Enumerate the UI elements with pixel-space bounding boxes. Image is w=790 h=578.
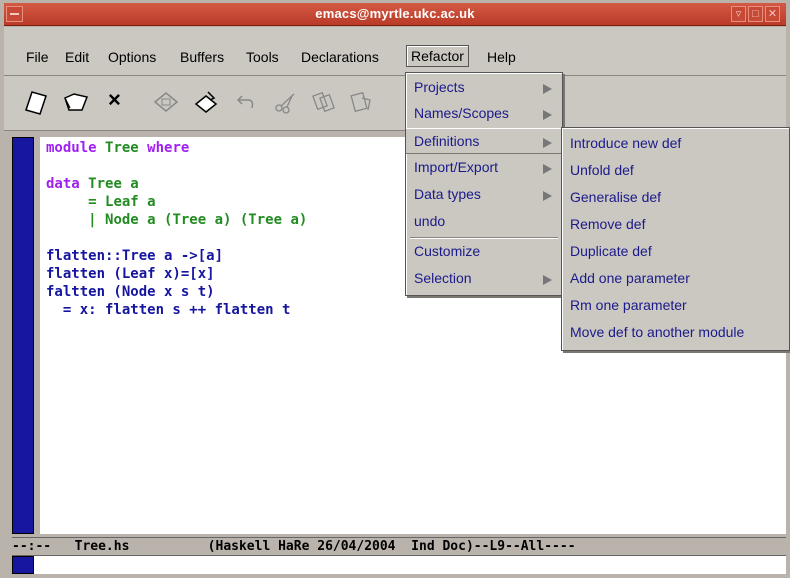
submenu-arrow-icon	[543, 275, 552, 285]
menu-item-selection[interactable]: Selection	[406, 266, 562, 292]
code-line-3: = Leaf a	[46, 194, 156, 210]
code-line-5: flatten::Tree a ->[a]	[46, 248, 224, 264]
minimize-icon[interactable]: ▿	[731, 6, 746, 22]
window-title: emacs@myrtle.ukc.ac.uk	[315, 6, 475, 21]
menu-tools[interactable]: Tools	[246, 49, 279, 65]
menu-edit[interactable]: Edit	[65, 49, 89, 65]
code-line-2: data Tree a	[46, 176, 139, 192]
submenu-item-duplicate-def[interactable]: Duplicate def	[562, 239, 789, 265]
left-fringe	[12, 137, 34, 534]
menu-item-import-export[interactable]: Import/Export	[406, 155, 562, 181]
menu-item-names-scopes[interactable]: Names/Scopes	[406, 101, 562, 127]
code-line-4: | Node a (Tree a) (Tree a)	[46, 212, 308, 228]
submenu-item-add-one-parameter[interactable]: Add one parameter	[562, 266, 789, 292]
toolbar: ×	[4, 75, 786, 131]
minibuffer[interactable]	[12, 556, 786, 574]
submenu-arrow-icon	[543, 164, 552, 174]
undo-icon[interactable]	[232, 88, 260, 116]
menu-item-projects[interactable]: Projects	[406, 75, 562, 101]
menu-bar: File Edit Options Buffers Tools Declarat…	[4, 27, 786, 75]
menu-item-data-types[interactable]: Data types	[406, 182, 562, 208]
submenu-item-introduce-new-def[interactable]: Introduce new def	[562, 131, 789, 157]
definitions-submenu: Introduce new def Unfold def Generalise …	[561, 127, 790, 351]
close-icon[interactable]: ×	[108, 86, 136, 114]
code-line-1: module Tree where	[46, 140, 190, 156]
menu-item-undo[interactable]: undo	[406, 209, 562, 235]
menu-declarations[interactable]: Declarations	[301, 49, 379, 65]
print-icon[interactable]	[192, 88, 220, 116]
submenu-item-rm-one-parameter[interactable]: Rm one parameter	[562, 293, 789, 319]
menu-item-customize[interactable]: Customize	[406, 239, 562, 265]
submenu-arrow-icon	[543, 84, 552, 94]
menu-file[interactable]: File	[26, 49, 49, 65]
menu-help[interactable]: Help	[487, 49, 516, 65]
code-line-7: faltten (Node x s t)	[46, 284, 215, 300]
minibuffer-fringe	[12, 556, 34, 574]
menu-options[interactable]: Options	[108, 49, 156, 65]
code-line-6: flatten (Leaf x)=[x]	[46, 266, 215, 282]
menu-buffers[interactable]: Buffers	[180, 49, 224, 65]
submenu-arrow-icon	[543, 191, 552, 201]
code-line-8: = x: flatten s ++ flatten t	[46, 302, 291, 318]
save-icon[interactable]	[152, 88, 180, 116]
mode-line: --:-- Tree.hs (Haskell HaRe 26/04/2004 I…	[12, 537, 786, 556]
copy-icon[interactable]	[310, 88, 338, 116]
cut-icon[interactable]	[272, 88, 300, 116]
close-window-icon[interactable]: ✕	[765, 6, 780, 22]
refactor-dropdown: Projects Names/Scopes Definitions Import…	[405, 72, 563, 296]
submenu-item-unfold-def[interactable]: Unfold def	[562, 158, 789, 184]
open-file-icon[interactable]	[22, 88, 50, 116]
title-bar[interactable]: emacs@myrtle.ukc.ac.uk ▿ □ ✕	[4, 3, 786, 26]
submenu-item-generalise-def[interactable]: Generalise def	[562, 185, 789, 211]
submenu-arrow-icon	[543, 110, 552, 120]
open-directory-icon[interactable]	[62, 88, 90, 116]
menu-item-definitions[interactable]: Definitions	[406, 128, 562, 154]
submenu-item-remove-def[interactable]: Remove def	[562, 212, 789, 238]
submenu-item-move-def[interactable]: Move def to another module	[562, 320, 789, 346]
maximize-icon[interactable]: □	[748, 6, 763, 22]
paste-icon[interactable]	[348, 88, 376, 116]
submenu-arrow-icon	[543, 138, 552, 148]
menu-refactor[interactable]: Refactor	[406, 45, 469, 67]
